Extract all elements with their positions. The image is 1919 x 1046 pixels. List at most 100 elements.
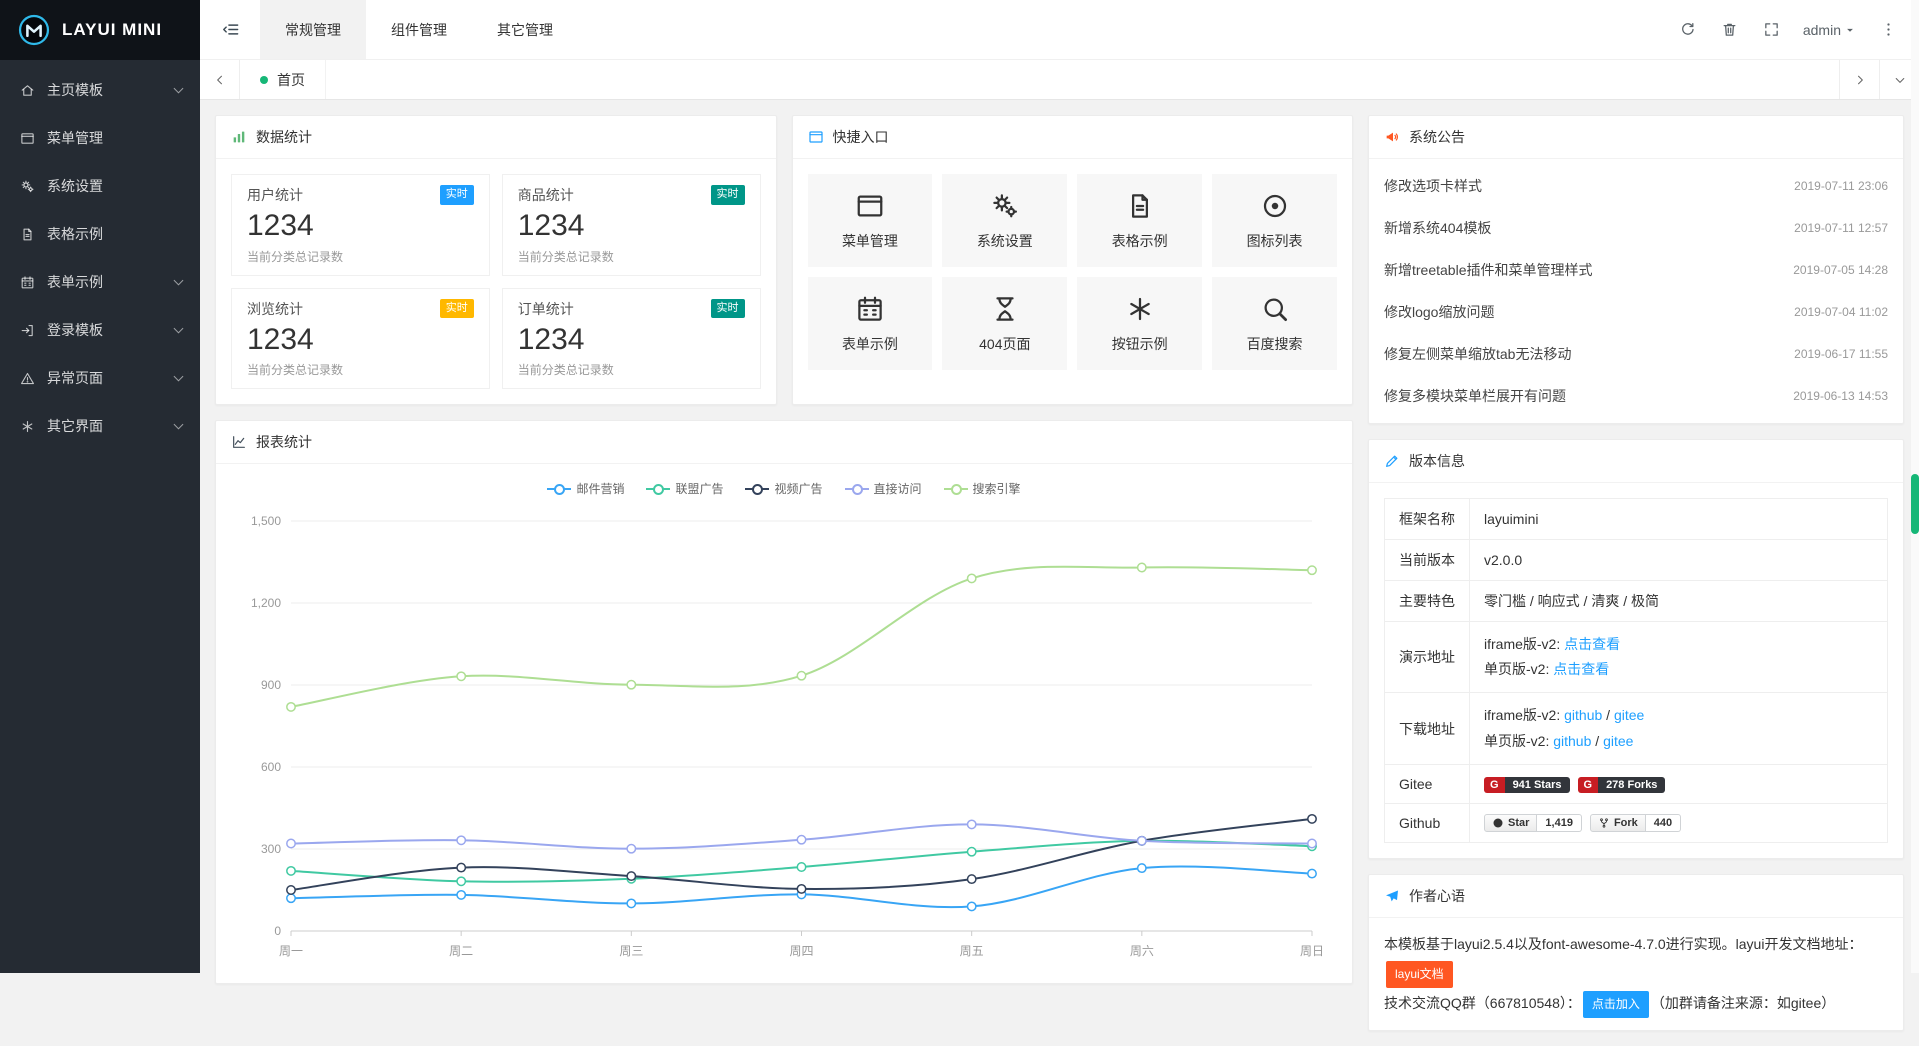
github-badge-count: 440 xyxy=(1646,814,1681,832)
quick-item-label: 404页面 xyxy=(979,334,1030,354)
legend-item[interactable]: 视频广告 xyxy=(745,480,822,497)
sidebar-item-settings[interactable]: 系统设置 xyxy=(0,162,200,210)
calendar-icon xyxy=(20,275,47,290)
logo-icon xyxy=(16,12,52,48)
legend-marker xyxy=(745,483,769,495)
version-label: 框架名称 xyxy=(1385,499,1470,540)
version-cell: iframe版-v2: 点击查看单页版-v2: 点击查看 xyxy=(1470,622,1888,693)
sidebar-item-form[interactable]: 表单示例 xyxy=(0,258,200,306)
window-icon xyxy=(808,129,824,145)
notice-item: 修复左侧菜单缩放tab无法移动2019-06-17 11:55 xyxy=(1384,333,1888,375)
legend-item[interactable]: 直接访问 xyxy=(845,480,922,497)
tabs-scroll-right-button[interactable] xyxy=(1839,60,1879,99)
version-value: 零门槛 / 响应式 / 清爽 / 极简 xyxy=(1484,593,1659,609)
quick-item-button[interactable]: 按钮示例 xyxy=(1077,277,1202,370)
stats-panel-title: 数据统计 xyxy=(256,127,312,147)
top-tab-component[interactable]: 组件管理 xyxy=(366,0,472,59)
sidebar-item-table[interactable]: 表格示例 xyxy=(0,210,200,258)
quick-item-baidu[interactable]: 百度搜索 xyxy=(1212,277,1337,370)
scrollbar-thumb[interactable] xyxy=(1911,474,1919,534)
github-badge[interactable]: Fork440 xyxy=(1590,814,1681,832)
sidebar-toggle-button[interactable] xyxy=(200,0,260,59)
version-cell: G941 Stars G278 Forks xyxy=(1470,764,1888,803)
stat-title: 商品统计 xyxy=(518,185,574,205)
version-label: 下载地址 xyxy=(1385,693,1470,764)
window-icon xyxy=(855,191,885,221)
sidebar-menu: 主页模板菜单管理系统设置表格示例表单示例登录模板异常页面其它界面 xyxy=(0,60,200,450)
notice-time: 2019-07-11 12:57 xyxy=(1794,221,1888,235)
refresh-button[interactable] xyxy=(1667,0,1709,60)
notice-time: 2019-07-04 11:02 xyxy=(1794,305,1888,319)
top-tab-general[interactable]: 常规管理 xyxy=(260,0,366,59)
gitee-badge[interactable]: G278 Forks xyxy=(1578,777,1666,793)
stat-title: 浏览统计 xyxy=(247,299,303,319)
page-tab-label: 首页 xyxy=(277,70,305,90)
svg-text:周日: 周日 xyxy=(1300,944,1324,958)
link-gitee[interactable]: gitee xyxy=(1614,707,1644,723)
link-github[interactable]: github xyxy=(1564,707,1602,723)
sidebar-item-label: 表单示例 xyxy=(47,272,175,292)
asterisk-icon xyxy=(1125,294,1155,324)
hourglass-icon xyxy=(990,294,1020,324)
quick-item-icons[interactable]: 图标列表 xyxy=(1212,174,1337,267)
link-github[interactable]: github xyxy=(1553,733,1591,749)
stat-value: 1234 xyxy=(247,321,474,359)
search-icon xyxy=(1260,294,1290,324)
sidebar-toggle-icon xyxy=(221,20,240,39)
notice-text: 新增系统404模板 xyxy=(1384,218,1491,238)
user-menu[interactable]: admin xyxy=(1793,22,1867,38)
more-menu-button[interactable] xyxy=(1867,0,1909,60)
legend-label: 直接访问 xyxy=(874,480,922,497)
notice-panel: 系统公告 修改选项卡样式2019-07-11 23:06新增系统404模板201… xyxy=(1368,115,1904,424)
quick-item-page404[interactable]: 404页面 xyxy=(942,277,1067,370)
author-text-1: 本模板基于layui2.5.4以及font-awesome-4.7.0进行实现。… xyxy=(1384,930,1888,989)
quick-item-settings[interactable]: 系统设置 xyxy=(942,174,1067,267)
version-panel: 版本信息 框架名称layuimini当前版本v2.0.0主要特色零门槛 / 响应… xyxy=(1368,439,1904,859)
chevron-right-icon xyxy=(1853,73,1867,87)
gitee-badge[interactable]: G941 Stars xyxy=(1484,777,1570,793)
line-chart-icon xyxy=(231,434,247,450)
layui-doc-badge[interactable]: layui文档 xyxy=(1386,961,1453,988)
legend-item[interactable]: 邮件营销 xyxy=(547,480,624,497)
svg-text:1,200: 1,200 xyxy=(251,596,281,610)
qq-join-badge[interactable]: 点击加入 xyxy=(1583,991,1649,1018)
legend-item[interactable]: 联盟广告 xyxy=(646,480,723,497)
github-badge[interactable]: Star1,419 xyxy=(1484,814,1582,832)
line-chart: 03006009001,2001,500周一周二周三周四周五周六周日 xyxy=(231,503,1337,973)
quick-item-menu[interactable]: 菜单管理 xyxy=(808,174,933,267)
file-icon xyxy=(20,227,47,242)
link-点击查看[interactable]: 点击查看 xyxy=(1553,661,1609,677)
realtime-badge: 实时 xyxy=(440,185,474,204)
stat-card: 浏览统计实时1234当前分类总记录数 xyxy=(231,288,490,390)
bar-chart-icon xyxy=(231,129,247,145)
page-scrollbar[interactable] xyxy=(1911,0,1919,973)
link-点击查看[interactable]: 点击查看 xyxy=(1564,636,1620,652)
quick-item-table[interactable]: 表格示例 xyxy=(1077,174,1202,267)
sidebar-item-home[interactable]: 主页模板 xyxy=(0,66,200,114)
page-tabs: 首页 xyxy=(240,60,1839,99)
notice-time: 2019-06-17 11:55 xyxy=(1794,347,1888,361)
sidebar-item-login[interactable]: 登录模板 xyxy=(0,306,200,354)
top-tab-other[interactable]: 其它管理 xyxy=(472,0,578,59)
sidebar-item-menu[interactable]: 菜单管理 xyxy=(0,114,200,162)
svg-text:600: 600 xyxy=(261,760,281,774)
stat-value: 1234 xyxy=(518,207,745,245)
tabs-scroll-left-button[interactable] xyxy=(200,60,240,99)
app-logo: LAYUI MINI xyxy=(0,0,200,60)
quick-item-form[interactable]: 表单示例 xyxy=(808,277,933,370)
link-gitee[interactable]: gitee xyxy=(1603,733,1633,749)
content-area: 数据统计 用户统计实时1234当前分类总记录数商品统计实时1234当前分类总记录… xyxy=(200,100,1919,1046)
notice-text: 修改选项卡样式 xyxy=(1384,176,1482,196)
clear-cache-button[interactable] xyxy=(1709,0,1751,60)
fullscreen-button[interactable] xyxy=(1751,0,1793,60)
sidebar-item-other[interactable]: 其它界面 xyxy=(0,402,200,450)
legend-marker xyxy=(547,483,571,495)
legend-item[interactable]: 搜索引擎 xyxy=(944,480,1021,497)
quick-item-label: 菜单管理 xyxy=(842,231,898,251)
page-tab-index[interactable]: 首页 xyxy=(240,60,326,99)
github-badge-count: 1,419 xyxy=(1537,814,1582,832)
sidebar-item-error[interactable]: 异常页面 xyxy=(0,354,200,402)
quick-entry-panel: 快捷入口 菜单管理 系统设置表格示例图标列表表单示例 404页面 按钮示例百度搜索 xyxy=(792,115,1354,405)
quick-panel-title: 快捷入口 xyxy=(833,127,889,147)
stat-desc: 当前分类总记录数 xyxy=(518,248,745,265)
